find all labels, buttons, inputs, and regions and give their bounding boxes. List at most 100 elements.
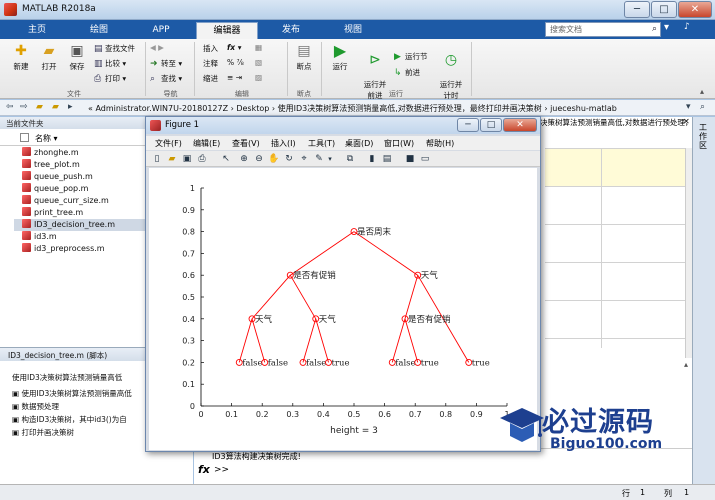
outline-item[interactable]: ▣ 使用ID3决策树算法预测销量高低 [12, 388, 132, 399]
folder-path[interactable]: « Administrator.WIN7U-20180127Z › Deskto… [88, 103, 617, 114]
indent-button[interactable]: 缩进 [203, 73, 218, 84]
file-item[interactable]: queue_push.m [22, 171, 93, 183]
outline-item[interactable]: ▣ 数据预处理 [12, 401, 59, 412]
zoom-in-icon[interactable]: ⊕ [238, 153, 250, 165]
scroll-up-icon[interactable]: ▴ [684, 360, 688, 369]
compare-button[interactable]: ▥ 比较 ▾ [94, 58, 126, 69]
menu-view[interactable]: 查看(V) [232, 138, 260, 149]
tab-publish[interactable]: 发布 [262, 22, 320, 39]
figure-window: Figure 1 ─ □ ✕ 文件(F) 编辑(E) 查看(V) 插入(I) 工… [145, 116, 541, 452]
find-button[interactable]: ⌕ 查找 ▾ [150, 73, 182, 84]
save-figure-icon[interactable]: ▣ [181, 153, 193, 165]
pan-hand-icon[interactable]: ✋ [268, 153, 280, 165]
figure-minimize-button[interactable]: ─ [457, 118, 479, 132]
pointer-icon[interactable]: ↖ [220, 153, 232, 165]
breakpoints-button[interactable]: ▤ 断点 [290, 43, 318, 72]
m-file-icon [22, 171, 31, 180]
browse-icon[interactable]: ▸ [68, 102, 73, 112]
file-item[interactable]: id3.m [22, 231, 57, 243]
outline-item[interactable]: ▣ 构造ID3决策树，其中id3()为自 [12, 414, 127, 425]
tab-apps[interactable]: APP [132, 22, 190, 39]
find-files-button[interactable]: ▤ 查找文件 [94, 43, 135, 54]
menu-window[interactable]: 窗口(W) [384, 138, 414, 149]
menu-desktop[interactable]: 桌面(D) [345, 138, 373, 149]
menu-tools[interactable]: 工具(T) [308, 138, 335, 149]
y-tick-label: 0 [190, 402, 195, 411]
tab-view[interactable]: 视图 [324, 22, 382, 39]
print-figure-icon[interactable]: ⎙ [196, 153, 208, 165]
path-dropdown-icon[interactable]: ▾ [686, 102, 691, 112]
fx-insert-icon[interactable]: fx ▾ [227, 43, 241, 52]
close-panel-icon[interactable]: ✕ [683, 117, 690, 126]
decision-tree-plot[interactable]: 0 0.1 0.2 0.3 0.4 0.5 0.6 0.7 0.8 0.9 1 0 0.1 0.2 0.3 0… [149, 168, 537, 450]
forward-arrow-icon[interactable]: ⇨ [20, 102, 28, 112]
up-folder-icon[interactable]: ▰ [36, 102, 43, 112]
outline-item[interactable]: ▣ 打印并画决策树 [12, 427, 74, 438]
zoom-out-icon[interactable]: ⊖ [253, 153, 265, 165]
group-divider [194, 42, 195, 96]
rotate-3d-icon[interactable]: ↻ [283, 153, 295, 165]
run-button[interactable]: ▶ 运行 [326, 43, 354, 72]
nav-back-icon[interactable]: ◀ ▶ [150, 43, 164, 52]
comment-button[interactable]: 注释 [203, 58, 218, 69]
wrap-comment-icon[interactable]: ▧ [255, 58, 262, 67]
menu-edit[interactable]: 编辑(E) [193, 138, 220, 149]
figure-maximize-button[interactable]: □ [480, 118, 502, 132]
file-item[interactable]: zhonghe.m [22, 147, 79, 159]
search-arrow-icon[interactable]: ▾ [664, 22, 678, 37]
data-cursor-icon[interactable]: ⌖ [298, 153, 310, 165]
advance-button[interactable]: ↳ 前进 [394, 67, 420, 78]
close-button[interactable]: ✕ [678, 1, 712, 18]
brush-dropdown-icon[interactable]: ▾ [324, 153, 336, 165]
insert-section-icon[interactable]: ▦ [255, 43, 262, 52]
collapse-ribbon-icon[interactable]: ▴ [700, 87, 704, 96]
colorbar-icon[interactable]: ▮ [366, 153, 378, 165]
smart-indent-icon[interactable]: ▨ [255, 73, 262, 82]
indent-lines-icon[interactable]: ≡ ⇥ [227, 73, 242, 82]
workspace-tab[interactable]: 工作区 [699, 123, 709, 150]
comment-percent-icon[interactable]: % ⅞ [227, 58, 244, 67]
command-prompt: >> [214, 465, 230, 475]
back-arrow-icon[interactable]: ⇦ [6, 102, 14, 112]
dock-figure-icon[interactable]: ▭ [419, 153, 431, 165]
scrollbar[interactable] [685, 148, 692, 358]
run-section-icon: ▶ [394, 52, 401, 62]
file-item[interactable]: queue_curr_size.m [22, 195, 109, 207]
search-documentation-input[interactable]: 搜索文档 ⌕ [545, 22, 661, 37]
hide-tools-icon[interactable]: ■ [404, 153, 416, 165]
file-item[interactable]: id3_preprocess.m [22, 243, 105, 255]
link-plot-icon[interactable]: ⧉ [344, 153, 356, 165]
bell-icon[interactable]: ♪ [684, 22, 698, 37]
print-button[interactable]: ⎙ 打印 ▾ [94, 73, 126, 84]
browse-folder-icon[interactable]: ▰ [52, 102, 59, 112]
menu-file[interactable]: 文件(F) [155, 138, 182, 149]
file-item[interactable]: tree_plot.m [22, 159, 80, 171]
open-button[interactable]: ▰ 打开 [34, 43, 64, 72]
tab-editor[interactable]: 编辑器 [196, 22, 258, 39]
menu-help[interactable]: 帮助(H) [426, 138, 454, 149]
x-tick-label: 0.8 [439, 410, 452, 419]
new-label: 新建 [13, 62, 29, 71]
minimize-button[interactable]: ─ [624, 1, 650, 18]
insert-button[interactable]: 插入 [203, 43, 218, 54]
navigate-group-label: 导航 [163, 90, 178, 98]
menu-insert[interactable]: 插入(I) [271, 138, 296, 149]
new-button[interactable]: ✚ 新建 [6, 43, 36, 72]
save-button[interactable]: ▣ 保存 [62, 43, 92, 72]
open-file-icon[interactable]: ▰ [166, 153, 178, 165]
tab-plots[interactable]: 绘图 [70, 22, 128, 39]
figure-close-button[interactable]: ✕ [503, 118, 537, 132]
maximize-button[interactable]: □ [651, 1, 677, 18]
run-section-button[interactable]: ▶ 运行节 [394, 51, 428, 62]
watermark-url: Biguo100.com [550, 436, 663, 452]
file-item[interactable]: queue_pop.m [22, 183, 88, 195]
print-label: 打印 [105, 74, 120, 83]
legend-icon[interactable]: ▤ [381, 153, 393, 165]
file-item[interactable]: print_tree.m [22, 207, 83, 219]
tab-home[interactable]: 主页 [8, 22, 66, 39]
y-tick-label: 0.2 [182, 358, 195, 367]
goto-button[interactable]: ➜ 转至 ▾ [150, 58, 182, 69]
new-figure-icon[interactable]: ▯ [151, 153, 163, 165]
name-column-header[interactable]: 名称 ▾ [20, 133, 58, 144]
search-folder-icon[interactable]: ⌕ [700, 102, 705, 112]
